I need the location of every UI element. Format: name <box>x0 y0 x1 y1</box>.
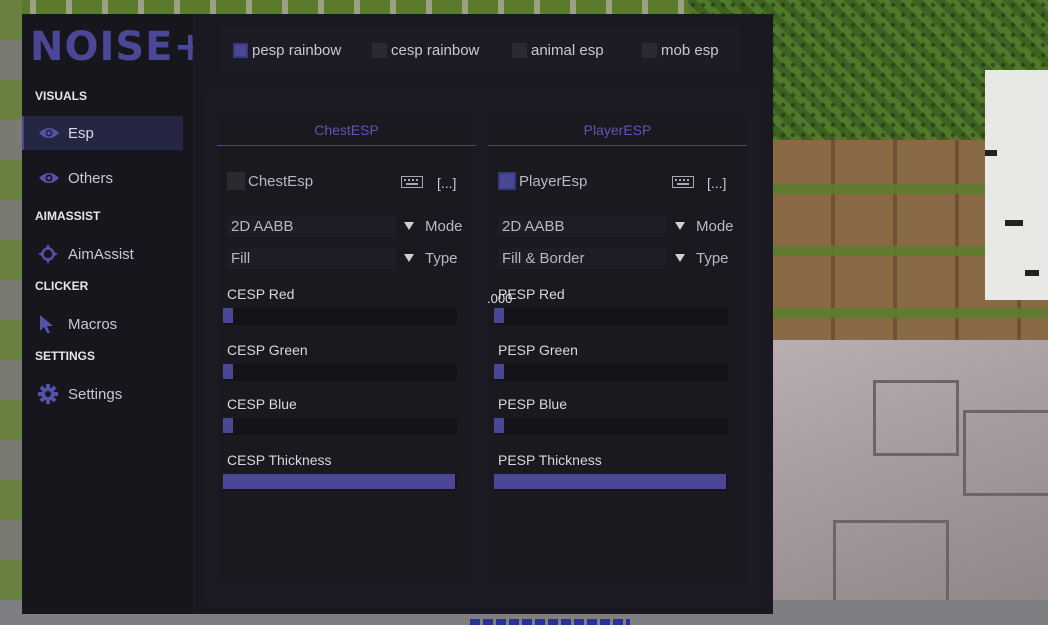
dropdown-arrow-icon[interactable] <box>675 254 685 262</box>
slider-label: PESP Blue <box>498 396 568 412</box>
select-value: Fill <box>231 249 251 267</box>
checkbox-checked[interactable] <box>233 43 248 58</box>
sidebar-item-others[interactable]: Others <box>24 161 183 195</box>
slider-label: PESP Thickness <box>498 452 602 468</box>
checkbox-label: pesp rainbow <box>252 42 342 59</box>
keyboard-icon[interactable] <box>672 176 694 188</box>
hotbar-hearts <box>470 619 630 625</box>
app-logo: NOISE+ <box>30 24 209 70</box>
sidebar-item-esp[interactable]: Esp <box>22 116 183 150</box>
sidebar-item-label: AimAssist <box>68 245 134 263</box>
select-name: Mode <box>696 218 734 235</box>
checkbox-unchecked[interactable] <box>512 43 527 58</box>
checkbox-unchecked[interactable] <box>642 43 657 58</box>
mode-select[interactable]: 2D AABB <box>498 215 666 237</box>
cursor-icon <box>38 314 66 334</box>
playeresp-enable-checkbox[interactable]: PlayerEsp <box>498 172 587 190</box>
slider-fill <box>494 418 504 433</box>
slider-label: CESP Thickness <box>227 452 332 468</box>
slider-label: CESP Red <box>227 286 295 302</box>
gear-icon <box>38 384 66 404</box>
section-settings: SETTINGS <box>35 349 96 363</box>
checkbox-label: animal esp <box>531 42 604 59</box>
panel-title: ChestESP <box>217 115 476 146</box>
red-slider[interactable] <box>494 308 728 325</box>
slider-label: CESP Blue <box>227 396 297 412</box>
slider-value-text: .000 <box>487 291 513 306</box>
mob-esp-checkbox[interactable]: mob esp <box>642 42 719 59</box>
dropdown-arrow-icon[interactable] <box>404 222 414 230</box>
thickness-slider[interactable] <box>223 474 457 491</box>
select-name: Type <box>696 250 729 267</box>
checkbox-checked[interactable] <box>498 172 516 190</box>
playeresp-panel: PlayerESP PlayerEsp [...] 2D AABB Mode F… <box>488 115 747 583</box>
green-slider[interactable] <box>494 364 728 381</box>
stone-steps <box>773 340 1048 625</box>
sidebar-item-label: Macros <box>68 315 118 333</box>
type-select[interactable]: Fill <box>227 247 395 269</box>
checkbox-label: ChestEsp <box>248 172 314 190</box>
checkbox-label: mob esp <box>661 42 719 59</box>
eye-icon <box>38 126 66 140</box>
checkbox-unchecked[interactable] <box>227 172 245 190</box>
chestesp-enable-checkbox[interactable]: ChestEsp <box>227 172 313 190</box>
sidebar-item-label: Esp <box>68 124 94 142</box>
blue-slider[interactable] <box>494 418 728 435</box>
checkbox-label: cesp rainbow <box>391 42 480 59</box>
sidebar-item-macros[interactable]: Macros <box>24 307 183 341</box>
slider-fill <box>494 474 726 489</box>
select-name: Mode <box>425 218 463 235</box>
sidebar-item-settings[interactable]: Settings <box>24 377 183 411</box>
select-name: Type <box>425 250 458 267</box>
pesp-rainbow-checkbox[interactable]: pesp rainbow <box>233 42 341 59</box>
section-aimassist: AIMASSIST <box>35 209 101 223</box>
keybind-button[interactable]: [...] <box>707 175 726 191</box>
sidebar-item-aimassist[interactable]: AimAssist <box>24 237 183 271</box>
left-blocks <box>0 0 22 625</box>
keybind-button[interactable]: [...] <box>437 175 456 191</box>
checkbox-label: PlayerEsp <box>519 172 588 190</box>
section-clicker: CLICKER <box>35 279 89 293</box>
slider-label: PESP Green <box>498 342 578 358</box>
slider-fill <box>223 308 233 323</box>
checkbox-unchecked[interactable] <box>372 43 387 58</box>
panel-title: PlayerESP <box>488 115 747 146</box>
slider-fill <box>494 364 504 379</box>
type-select[interactable]: Fill & Border <box>498 247 666 269</box>
mode-select[interactable]: 2D AABB <box>227 215 395 237</box>
animal-esp-checkbox[interactable]: animal esp <box>512 42 604 59</box>
dropdown-arrow-icon[interactable] <box>675 222 685 230</box>
keyboard-icon[interactable] <box>401 176 423 188</box>
crosshair-icon <box>38 244 66 264</box>
slider-label: CESP Green <box>227 342 308 358</box>
slider-fill <box>223 474 455 489</box>
green-slider[interactable] <box>223 364 457 381</box>
client-window: NOISE+ VISUALS Esp Others AIMASSIST AimA… <box>22 14 773 614</box>
select-value: 2D AABB <box>231 217 294 235</box>
birch-log <box>985 70 1048 300</box>
global-toggles: pesp rainbow cesp rainbow animal esp mob… <box>223 26 739 72</box>
select-value: 2D AABB <box>502 217 565 235</box>
chestesp-panel: ChestESP ChestEsp [...] 2D AABB Mode Fil… <box>217 115 476 583</box>
slider-fill <box>223 418 233 433</box>
slider-fill <box>223 364 233 379</box>
sidebar: NOISE+ VISUALS Esp Others AIMASSIST AimA… <box>22 14 207 614</box>
select-value: Fill & Border <box>502 249 585 267</box>
cesp-rainbow-checkbox[interactable]: cesp rainbow <box>372 42 479 59</box>
blue-slider[interactable] <box>223 418 457 435</box>
sidebar-item-label: Others <box>68 169 114 187</box>
module-area: ChestESP ChestEsp [...] 2D AABB Mode Fil… <box>205 90 760 605</box>
red-slider[interactable] <box>223 308 457 325</box>
main-content: pesp rainbow cesp rainbow animal esp mob… <box>193 14 773 614</box>
sidebar-item-label: Settings <box>68 385 123 403</box>
section-visuals: VISUALS <box>35 89 88 103</box>
slider-fill <box>494 308 504 323</box>
eye-icon <box>38 171 66 185</box>
thickness-slider[interactable] <box>494 474 728 491</box>
dropdown-arrow-icon[interactable] <box>404 254 414 262</box>
